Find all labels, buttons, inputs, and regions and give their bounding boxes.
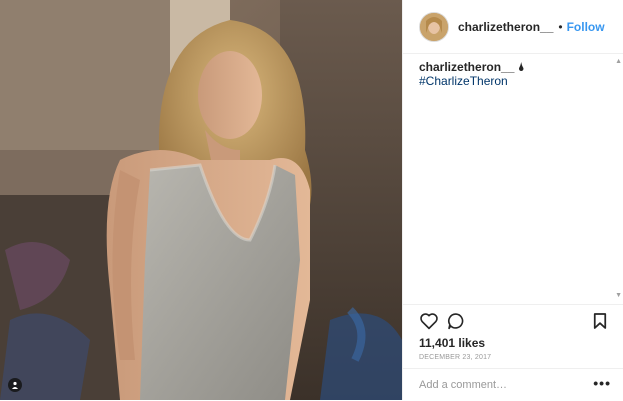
scroll-up-arrow-icon[interactable]: ▲ bbox=[615, 58, 622, 65]
follow-button[interactable]: Follow bbox=[567, 20, 605, 34]
header-username[interactable]: charlizetheron__ bbox=[458, 20, 553, 34]
caption-emoji: 🌢 bbox=[517, 60, 525, 74]
comment-icon[interactable] bbox=[447, 312, 465, 335]
user-tag-icon[interactable] bbox=[8, 378, 22, 392]
caption-hashtag[interactable]: #CharlizeTheron bbox=[419, 74, 609, 88]
post-photo[interactable] bbox=[0, 0, 402, 400]
caption-username[interactable]: charlizetheron__ bbox=[419, 60, 514, 74]
scroll-down-arrow-icon[interactable]: ▼ bbox=[615, 292, 622, 299]
post-header: charlizetheron__ • Follow bbox=[403, 0, 623, 54]
heart-icon[interactable] bbox=[419, 312, 439, 335]
post-date: DECEMBER 23, 2017 bbox=[419, 354, 492, 361]
comment-bar: ••• bbox=[403, 368, 623, 401]
post-sidebar: charlizetheron__ • Follow charlizetheron… bbox=[402, 0, 623, 400]
actions-divider bbox=[403, 304, 623, 305]
avatar[interactable] bbox=[419, 11, 449, 42]
likes-count[interactable]: 11,401 likes bbox=[419, 336, 485, 350]
comment-input[interactable] bbox=[419, 377, 579, 393]
action-bar bbox=[419, 312, 609, 336]
instagram-post: charlizetheron__ • Follow charlizetheron… bbox=[0, 0, 623, 400]
more-options-icon[interactable]: ••• bbox=[593, 375, 611, 391]
caption: charlizetheron__ 🌢 #CharlizeTheron bbox=[419, 60, 609, 88]
post-image bbox=[0, 0, 402, 400]
bookmark-icon[interactable] bbox=[593, 312, 607, 335]
header-separator: • bbox=[558, 19, 563, 34]
